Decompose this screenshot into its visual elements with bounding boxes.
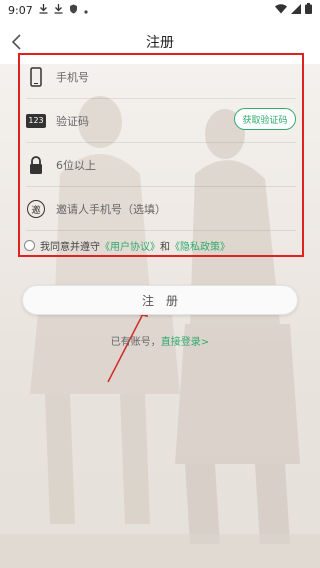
- inviter-row: 邀: [20, 187, 302, 231]
- get-code-button[interactable]: 获取验证码: [234, 108, 296, 130]
- download-icon: [39, 3, 48, 17]
- has-account-text: 已有账号，: [110, 337, 161, 348]
- password-row: [20, 143, 302, 187]
- register-button[interactable]: 注册: [22, 285, 298, 315]
- shield-icon: [69, 4, 78, 17]
- password-input[interactable]: [56, 150, 302, 180]
- agreement-conjunction: 和: [160, 241, 170, 253]
- inviter-input[interactable]: [56, 194, 302, 224]
- agreement-prefix: 我同意并遵守: [40, 241, 100, 253]
- phone-row: [20, 55, 302, 99]
- number-123-icon-text: 123: [26, 114, 46, 128]
- user-agreement-link[interactable]: 《用户协议》: [100, 238, 160, 253]
- code-row: 123 获取验证码: [20, 99, 302, 143]
- lock-icon: [26, 154, 46, 176]
- wifi-icon: [275, 3, 287, 17]
- back-button[interactable]: [6, 30, 30, 54]
- phone-icon: [26, 66, 46, 88]
- signal-icon: [291, 3, 301, 17]
- status-time: 9:07: [8, 3, 33, 17]
- login-row: 已有账号，直接登录>: [0, 333, 320, 348]
- phone-input[interactable]: [56, 62, 302, 92]
- register-form: 123 获取验证码 邀 我同意并遵守 《用户协议》 和 《隐私政策》: [18, 53, 304, 257]
- dot-icon: [84, 4, 88, 17]
- invite-icon: 邀: [26, 198, 46, 220]
- status-bar: 9:07: [0, 0, 320, 20]
- agree-radio[interactable]: [24, 239, 35, 251]
- battery-icon: [305, 3, 312, 17]
- number-123-icon: 123: [26, 110, 46, 132]
- login-link[interactable]: 直接登录>: [161, 337, 209, 348]
- page-title: 注册: [146, 35, 174, 51]
- download-icon: [54, 3, 63, 17]
- invite-icon-text: 邀: [27, 200, 45, 218]
- privacy-policy-link[interactable]: 《隐私政策》: [170, 238, 230, 253]
- agreement-row: 我同意并遵守 《用户协议》 和 《隐私政策》: [24, 235, 230, 255]
